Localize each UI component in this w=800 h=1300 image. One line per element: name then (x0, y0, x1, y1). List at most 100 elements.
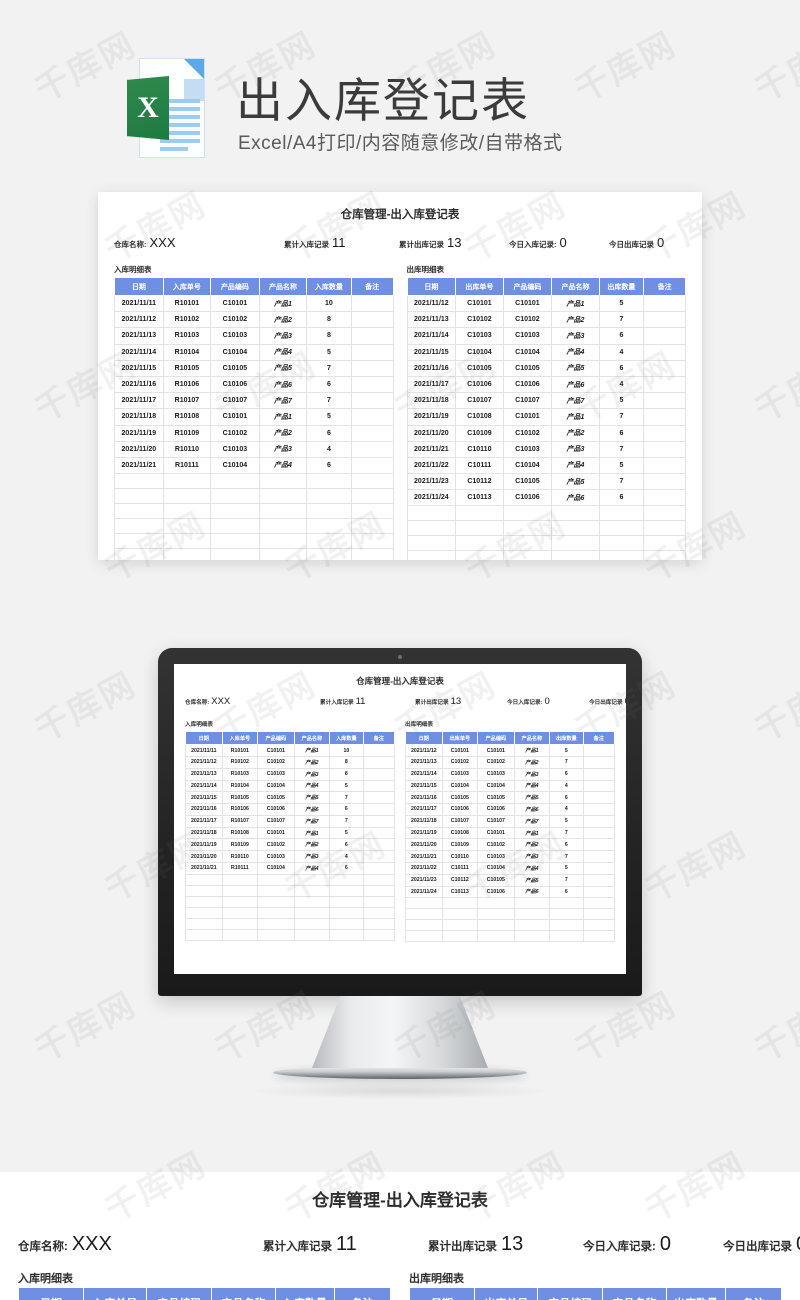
table-cell: 8 (329, 767, 364, 781)
column-header-1: 入库单号 (162, 277, 212, 296)
column-header-4: 出库数量 (549, 730, 584, 746)
table-row: 2021/11/20 C10109 C10102 产品2 6 (405, 838, 616, 852)
stat-value: 0 (625, 696, 626, 707)
table-cell: C10105 (502, 359, 553, 377)
table-row: 2021/11/20 R10110 C10103 产品3 4 (185, 850, 396, 863)
table-cell: R10110 (162, 440, 212, 458)
table-cell (306, 548, 352, 560)
table-cell (221, 873, 259, 886)
table-cell: 2021/11/17 (405, 803, 443, 816)
table-cell: 2021/11/16 (114, 375, 164, 394)
table-row (406, 505, 686, 522)
table-header-row: 日期出库单号产品编码产品名称出库数量备注 (408, 1287, 782, 1300)
table-cell (513, 930, 551, 943)
table-cell: R10101 (221, 744, 259, 757)
column-header-3: 产品名称 (293, 730, 331, 746)
table-row: 2021/11/15 C10104 C10104 产品4 4 (405, 779, 616, 793)
table-cell: C10101 (455, 294, 504, 313)
table-cell: C10101 (477, 744, 515, 757)
table-cell: 产品7 (258, 392, 308, 410)
table-cell (643, 343, 686, 361)
table-cell: C10111 (455, 456, 504, 475)
column-header-3: 产品名称 (211, 1287, 276, 1300)
table-row (406, 520, 686, 537)
table-cell (582, 850, 616, 863)
table-cell (185, 895, 223, 908)
table-cell (643, 294, 686, 313)
table-cell: 5 (549, 814, 584, 828)
table-cell (329, 928, 364, 941)
table-cell: 2021/11/11 (114, 294, 164, 313)
table-cell: 产品1 (258, 294, 308, 313)
table-cell: 产品6 (551, 375, 600, 394)
table-row: 2021/11/14 C10103 C10103 产品3 6 (405, 767, 616, 781)
table-row: 2021/11/13 C10102 C10102 产品2 7 (406, 311, 686, 329)
stat-4: 今日出库记录0 (609, 235, 699, 250)
table-cell: 2021/11/21 (185, 862, 223, 875)
table-cell: 7 (598, 408, 645, 426)
table-cell: C10105 (257, 791, 295, 805)
table-cell: 产品6 (258, 375, 308, 394)
table-cell: 2021/11/22 (406, 456, 457, 475)
inbound-caption-screen: 入库明细表 (185, 722, 213, 728)
table-row (405, 897, 616, 910)
table-row: 2021/11/19 R10109 C10102 产品2 6 (114, 424, 394, 442)
table-row: 2021/11/17 R10107 C10107 产品7 7 (114, 392, 394, 410)
table-cell: 产品4 (551, 343, 600, 361)
table-row: 2021/11/21 R10111 C10104 产品4 6 (114, 456, 394, 475)
table-cell (406, 520, 457, 537)
table-cell: R10108 (221, 826, 259, 840)
table-cell: 5 (549, 862, 584, 875)
table-cell: 2021/11/14 (114, 343, 164, 361)
webcam-icon (398, 655, 402, 659)
stat-3: 今日入库记录: 0 (583, 1233, 723, 1256)
table-cell: 2021/11/19 (114, 424, 164, 442)
table-cell: 2021/11/13 (406, 311, 457, 329)
inbound-table-banner: 日期入库单号产品编码产品名称入库数量备注2021/11/11R10101C101… (17, 1287, 391, 1300)
table-cell: 2021/11/13 (405, 755, 443, 769)
table-cell (582, 908, 616, 921)
stat-label: 累计出库记录 (415, 700, 449, 706)
table-cell (362, 803, 396, 816)
table-cell (162, 518, 212, 535)
table-cell (350, 548, 394, 560)
column-header-5: 备注 (350, 277, 394, 296)
column-header-4: 入库数量 (329, 730, 364, 746)
table-cell: 2021/11/15 (114, 359, 164, 377)
table-cell: C10102 (210, 311, 260, 329)
table-cell: 产品5 (551, 359, 600, 377)
table-cell (257, 884, 295, 897)
table-row: 2021/11/15 R10105 C10105 产品5 7 (114, 359, 394, 377)
table-cell (582, 814, 616, 828)
table-cell: C10103 (210, 327, 260, 345)
table-row: 2021/11/16 C10105 C10105 产品5 6 (406, 359, 686, 377)
stat-value: 13 (447, 235, 462, 250)
table-cell (405, 908, 443, 921)
stat-2: 累计出库记录 13 (415, 696, 507, 707)
table-row: 2021/11/21 C10110 C10103 产品3 7 (406, 440, 686, 458)
table-cell: 5 (306, 343, 352, 361)
table-cell: 产品7 (513, 814, 551, 828)
table-cell: C10110 (455, 440, 504, 458)
column-header-4: 入库数量 (306, 277, 352, 296)
table-cell: 6 (598, 327, 645, 345)
column-header-5: 备注 (582, 730, 616, 746)
table-cell: 6 (306, 424, 352, 442)
table-cell (643, 473, 686, 491)
table-cell (441, 897, 479, 910)
table-cell: C10107 (441, 814, 479, 828)
table-cell (350, 488, 394, 505)
table-cell (643, 375, 686, 394)
excel-file-icon: X (127, 58, 205, 158)
stat-label: 今日入库记录: (509, 240, 557, 249)
table-cell (350, 503, 394, 520)
stat-value: 11 (355, 696, 366, 707)
table-cell (362, 884, 396, 897)
table-cell: 6 (549, 791, 584, 805)
table-cell: C10112 (455, 473, 504, 491)
column-header-4: 出库数量 (598, 277, 645, 296)
table-cell: 产品3 (258, 327, 308, 345)
table-cell: 7 (549, 850, 584, 863)
watermark-text: 千库网 (29, 665, 143, 750)
table-cell: 2021/11/19 (185, 838, 223, 852)
